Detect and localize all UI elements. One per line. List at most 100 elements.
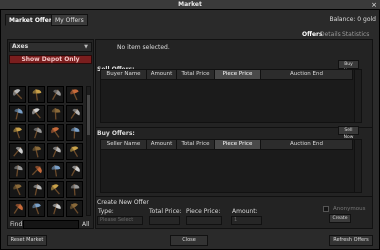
column-piece-price[interactable]: Piece Price [215, 140, 261, 149]
item-slot[interactable] [28, 200, 45, 217]
column-buyer-name[interactable]: Buyer Name [101, 70, 147, 79]
axe-icon [12, 89, 23, 100]
total-price-input[interactable] [149, 216, 180, 225]
amount-value: 1 [234, 217, 238, 223]
item-slot[interactable] [66, 86, 83, 103]
axe-icon [52, 203, 61, 215]
item-slot[interactable] [9, 86, 26, 103]
type-label: Type: [98, 208, 114, 215]
anonymous-label: Anonymous [333, 206, 366, 212]
offer-type-select[interactable]: Please Select [97, 216, 143, 225]
sell-offers-table: Buyer Name Amount Total Price Piece Pric… [100, 69, 362, 123]
item-slot[interactable] [9, 105, 26, 122]
item-slot[interactable] [28, 105, 45, 122]
column-auction-end[interactable]: Auction End [261, 140, 353, 149]
item-slot[interactable] [47, 200, 64, 217]
column-total-price[interactable]: Total Price [177, 140, 215, 149]
item-grid-scroll-thumb[interactable] [87, 95, 90, 135]
tab-details[interactable]: Details [320, 31, 341, 39]
sell-table-header: Buyer Name Amount Total Price Piece Pric… [101, 70, 353, 80]
item-slot[interactable] [66, 200, 83, 217]
axe-icon [70, 146, 79, 158]
close-button[interactable]: Close [170, 235, 208, 246]
item-slot[interactable] [66, 124, 83, 141]
axe-icon [31, 108, 41, 119]
column-piece-price[interactable]: Piece Price [215, 70, 261, 79]
sell-now-button[interactable]: Sell Now [338, 126, 359, 140]
column-total-price[interactable]: Total Price [177, 70, 215, 79]
item-slot[interactable] [28, 162, 45, 179]
create-offer-button[interactable]: Create [329, 214, 351, 223]
section-divider [96, 127, 372, 128]
axe-icon [70, 108, 80, 119]
item-slot[interactable] [47, 105, 64, 122]
show-depot-only-button[interactable]: Show Depot Only [9, 55, 92, 64]
category-select-value: Axes [12, 43, 29, 50]
axe-icon [51, 107, 61, 120]
balance-display: Balance: 0 gold [329, 16, 376, 23]
item-slot[interactable] [66, 143, 83, 160]
item-slot[interactable] [47, 86, 64, 103]
axe-icon [51, 164, 61, 177]
axe-icon [32, 88, 42, 101]
column-amount[interactable]: Amount [147, 140, 177, 149]
item-slot[interactable] [28, 124, 45, 141]
item-slot[interactable] [9, 181, 26, 198]
axe-icon [70, 203, 79, 214]
axe-icon [14, 107, 23, 120]
create-offer-title: Create New Offer [97, 199, 149, 206]
axe-icon [13, 146, 23, 157]
sell-table-scrollbar[interactable] [354, 69, 362, 123]
item-slot[interactable] [47, 162, 64, 179]
tab-my-offers[interactable]: My Offers [51, 14, 88, 26]
total-price-label: Total Price: [149, 208, 182, 215]
item-slot[interactable] [9, 200, 26, 217]
axe-icon [52, 89, 61, 101]
buy-now-button[interactable]: Buy Now [338, 60, 359, 74]
axe-icon [71, 126, 80, 139]
item-slot[interactable] [66, 162, 83, 179]
axe-icon [13, 203, 23, 214]
all-label: All [82, 221, 90, 228]
piece-price-input[interactable] [186, 216, 222, 225]
amount-label: Amount: [232, 208, 258, 215]
axe-icon [32, 203, 41, 215]
section-divider [96, 196, 372, 197]
tab-statistics[interactable]: Statistics [342, 31, 369, 39]
column-amount[interactable]: Amount [147, 70, 177, 79]
item-slot[interactable] [9, 143, 26, 160]
item-slot[interactable] [9, 162, 26, 179]
axe-icon [50, 184, 60, 195]
buy-table-scrollbar[interactable] [354, 139, 362, 193]
amount-input[interactable]: 1 [231, 216, 262, 225]
item-slot[interactable] [47, 124, 64, 141]
item-slot[interactable] [47, 143, 64, 160]
category-select[interactable]: Axes ▼ [9, 42, 92, 52]
find-input[interactable] [23, 220, 79, 229]
axe-icon [33, 183, 42, 196]
reset-market-button[interactable]: Reset Market [7, 235, 47, 246]
buy-offers-title: Buy Offers: [97, 130, 135, 137]
item-slot[interactable] [9, 124, 26, 141]
selected-item-text: No item selected. [117, 44, 170, 51]
item-slot[interactable] [28, 181, 45, 198]
axe-icon [13, 184, 22, 196]
window-title: Market [0, 0, 380, 10]
item-grid [9, 86, 85, 217]
refresh-offers-button[interactable]: Refresh Offers [329, 235, 373, 246]
piece-price-label: Piece Price: [186, 208, 221, 215]
axe-icon [51, 127, 60, 138]
item-slot[interactable] [66, 181, 83, 198]
axe-icon [52, 146, 61, 158]
axe-icon [71, 165, 80, 177]
item-slot[interactable] [66, 105, 83, 122]
close-icon[interactable]: × [370, 1, 378, 9]
axe-icon [31, 165, 42, 176]
anonymous-checkbox[interactable] [323, 206, 329, 212]
column-seller-name[interactable]: Seller Name [101, 140, 147, 149]
item-slot[interactable] [28, 86, 45, 103]
axe-icon [32, 146, 42, 158]
column-auction-end[interactable]: Auction End [261, 70, 353, 79]
item-slot[interactable] [47, 181, 64, 198]
item-slot[interactable] [28, 143, 45, 160]
